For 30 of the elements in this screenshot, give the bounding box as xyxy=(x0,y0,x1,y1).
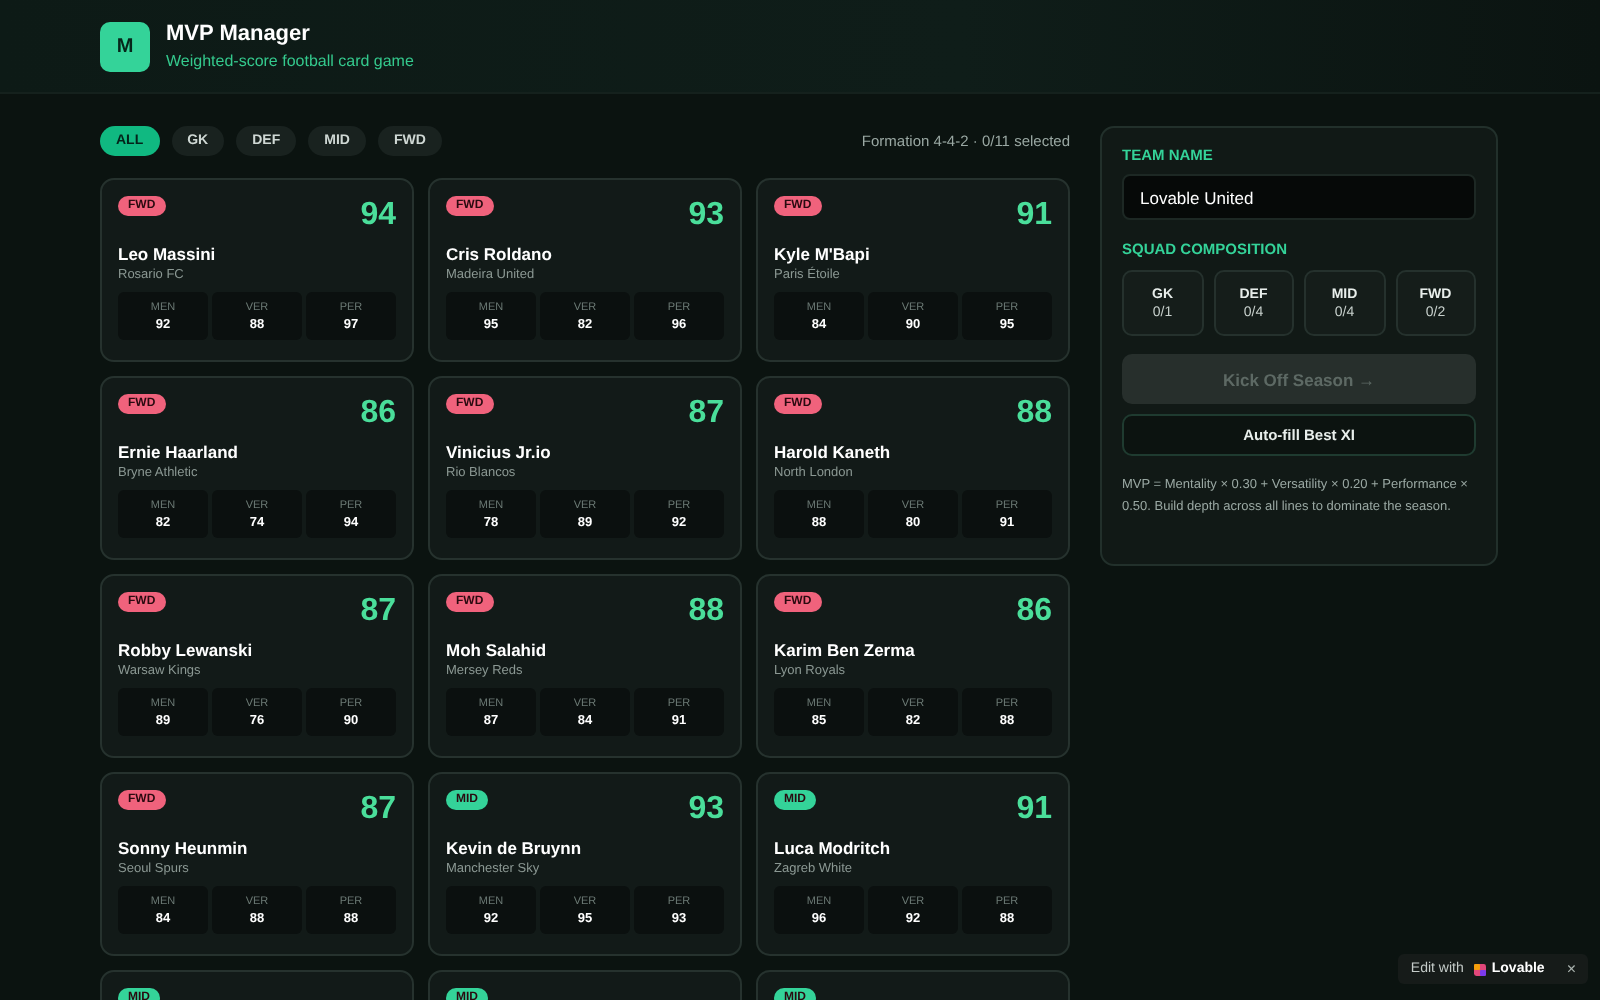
app-logo: M xyxy=(100,21,150,71)
player-name: Vinicius Jr.io xyxy=(446,442,553,462)
app-subtitle: Weighted-score football card game xyxy=(166,52,414,70)
player-score: 93 xyxy=(688,200,724,232)
player-name: Leo Massini xyxy=(118,244,218,264)
player-score: 87 xyxy=(360,794,396,826)
player-name: Cris Roldano xyxy=(446,244,554,264)
player-score: 88 xyxy=(688,596,724,628)
app-title: MVP Manager xyxy=(166,22,312,46)
player-name: Moh Salahid xyxy=(446,640,549,660)
player-name: Sonny Heunmin xyxy=(118,838,250,858)
player-name: Ernie Haarland xyxy=(118,442,240,462)
player-score: 87 xyxy=(360,596,396,628)
player-score: 91 xyxy=(1016,200,1052,232)
close-button[interactable]: × xyxy=(1550,960,1576,978)
team-name-field[interactable]: Lovable United xyxy=(1122,174,1476,220)
player-name: Kyle M'Bapi xyxy=(774,244,872,264)
player-name: Kevin de Bruynn xyxy=(446,838,584,858)
player-score: 86 xyxy=(1016,596,1052,628)
player-name: Robby Lewanski xyxy=(118,640,255,660)
brand-logo-icon xyxy=(1473,963,1486,975)
player-score: 87 xyxy=(688,398,724,430)
player-name: Harold Kaneth xyxy=(774,442,893,462)
player-name: Karim Ben Zerma xyxy=(774,640,917,660)
player-score: 86 xyxy=(360,398,396,430)
player-score: 88 xyxy=(1016,398,1052,430)
player-score: 91 xyxy=(1016,794,1052,826)
player-score: 93 xyxy=(688,794,724,826)
player-score: 94 xyxy=(360,200,396,232)
player-name: Luca Modritch xyxy=(774,838,893,858)
